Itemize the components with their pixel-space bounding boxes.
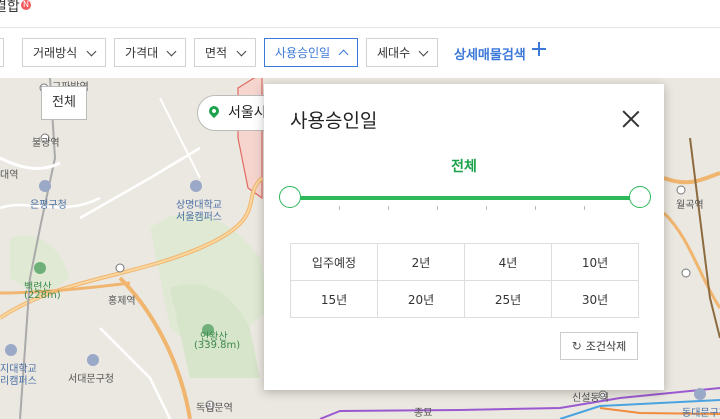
map-label: 월곡역 <box>676 200 704 211</box>
range-value-label: 전체 <box>451 159 477 175</box>
option-cell[interactable]: 10년 <box>551 243 639 281</box>
map-label: 서대문구청 <box>68 374 114 385</box>
filter-label: 사용승인일 <box>275 46 331 60</box>
slider-tick <box>584 206 585 210</box>
map-label: 신설동역 <box>572 393 609 404</box>
map-label: 독립문역 <box>196 403 233 414</box>
map-label: 홍제역 <box>108 296 136 307</box>
partial-title: 결합 <box>0 0 20 15</box>
option-cell[interactable]: 25년 <box>464 280 552 318</box>
top-strip: 결합 N <box>0 0 720 27</box>
location-pin-icon <box>206 103 222 119</box>
filter-bar: 거래방식 가격대 면적 사용승인일 세대수 상세매물검색 <box>0 27 720 79</box>
filter-label: 거래방식 <box>33 46 78 60</box>
map-label: 서울캠퍼스 <box>176 212 222 223</box>
option-cell[interactable]: 20년 <box>377 280 465 318</box>
chevron-down-icon <box>236 46 247 57</box>
option-cell[interactable]: 4년 <box>464 243 552 281</box>
map-label: 불광역 <box>32 138 60 149</box>
chevron-down-icon <box>418 46 429 57</box>
refresh-icon: ↻ <box>571 339 582 353</box>
filter-trade-type[interactable]: 거래방식 <box>22 38 106 67</box>
slider-tick <box>437 206 438 210</box>
map-label: 종묘 <box>414 408 433 419</box>
option-cell[interactable]: 15년 <box>290 280 378 318</box>
chevron-down-icon <box>166 46 177 57</box>
slider-tick <box>388 206 389 210</box>
map-label: 동대문구청 <box>682 408 720 419</box>
filter-label: 가격대 <box>125 46 159 60</box>
filter-price[interactable]: 가격대 <box>114 38 186 67</box>
map-label: 대역 <box>0 170 19 181</box>
filter-approval-date[interactable]: 사용승인일 <box>264 38 358 67</box>
close-icon[interactable] <box>621 109 641 129</box>
map-label: 리캠퍼스 <box>0 376 37 387</box>
map-label: (228m) <box>24 290 61 301</box>
reset-button[interactable]: ↻ 조건삭제 <box>560 332 638 360</box>
modal-title: 사용승인일 <box>290 110 378 132</box>
location-pill-label: 서울시 <box>228 105 267 121</box>
option-cell[interactable]: 입주예정 <box>290 243 378 281</box>
option-cell[interactable]: 2년 <box>377 243 465 281</box>
filter-households[interactable]: 세대수 <box>366 38 438 67</box>
detail-search-link[interactable]: 상세매물검색 <box>454 44 526 63</box>
slider-handle-min[interactable] <box>279 186 301 208</box>
filter-area[interactable]: 면적 <box>194 38 256 67</box>
approval-date-modal: 사용승인일 전체 입주예정 2년 4년 10년 15년 20년 25년 30년 … <box>264 84 664 390</box>
slider-handle-max[interactable] <box>629 186 651 208</box>
slider-tick <box>486 206 487 210</box>
filter-button-partial[interactable] <box>0 38 4 67</box>
map-label: (339.8m) <box>194 340 241 351</box>
plus-icon[interactable] <box>532 42 546 56</box>
reset-label: 조건삭제 <box>585 340 627 353</box>
view-all-button[interactable]: 전체 <box>41 86 87 120</box>
map-label: 은평구청 <box>30 200 67 211</box>
filter-label: 면적 <box>205 46 228 60</box>
chevron-up-icon <box>338 49 349 60</box>
notification-badge-icon: N <box>21 0 31 10</box>
chevron-down-icon <box>86 46 97 57</box>
option-cell[interactable]: 30년 <box>551 280 639 318</box>
slider-tick <box>535 206 536 210</box>
filter-label: 세대수 <box>377 46 411 60</box>
period-options-grid: 입주예정 2년 4년 10년 15년 20년 25년 30년 <box>290 243 639 318</box>
slider-tick <box>339 206 340 210</box>
range-slider-track[interactable] <box>290 196 640 200</box>
